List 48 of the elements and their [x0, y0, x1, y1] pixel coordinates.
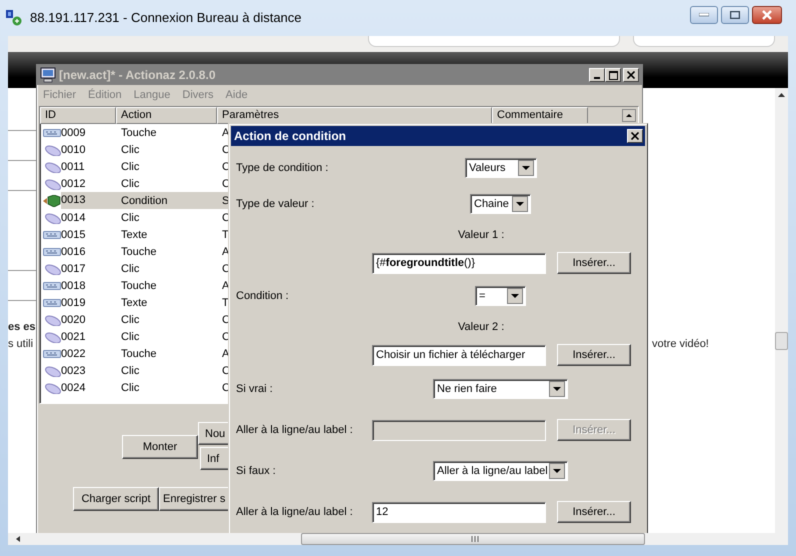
field-label: Condition :: [236, 290, 290, 302]
table-cell: 0010: [61, 144, 86, 156]
table-cell: 0022: [61, 348, 86, 360]
field-label: Aller à la ligne/au label :: [236, 424, 354, 436]
field-label: Valeur 2 :: [458, 321, 504, 333]
page-text: s utili: [8, 338, 34, 350]
table-cell: 0017: [61, 262, 86, 274]
table-cell: Touche: [121, 126, 156, 138]
page-text: es es: [8, 321, 36, 333]
window-title: [new.act]* - Actionaz 2.0.8.0: [59, 68, 216, 82]
table-cell: Clic: [121, 364, 140, 376]
table-cell: 0024: [61, 382, 86, 394]
table-cell: Clic: [121, 160, 140, 172]
table-cell: Clic: [121, 212, 140, 224]
table-cell: Touche: [121, 280, 156, 292]
table-cell: Condition: [121, 194, 168, 206]
table-cell: 0012: [61, 178, 86, 190]
table-cell: Clic: [121, 144, 140, 156]
table-cell: Touche: [121, 348, 156, 360]
table-cell: 0016: [61, 246, 86, 258]
table-cell: 0023: [61, 364, 86, 376]
field-label: Si vrai :: [236, 383, 274, 395]
table-cell: Clic: [121, 330, 140, 342]
page-text: votre vidéo!: [652, 338, 709, 350]
table-cell: 0015: [61, 228, 86, 240]
table-cell: Clic: [121, 262, 140, 274]
table-cell: 0014: [61, 212, 86, 224]
table-cell: 0011: [61, 160, 85, 172]
dialog-title: Action de condition: [234, 129, 346, 143]
table-cell: 0009: [61, 126, 86, 138]
field-label: Valeur 1 :: [458, 229, 504, 241]
table-cell: 0013: [61, 192, 116, 209]
table-cell: Touche: [121, 246, 156, 258]
table-cell: Clic: [121, 178, 140, 190]
field-label: Type de valeur :: [236, 198, 316, 210]
table-cell: Texte: [121, 228, 148, 240]
table-cell: T: [222, 228, 229, 240]
table-cell: Clic: [121, 382, 140, 394]
table-cell: Texte: [121, 296, 148, 308]
table-cell: 0021: [61, 330, 86, 342]
table-cell: Clic: [121, 314, 140, 326]
field-label: Type de condition :: [236, 162, 330, 174]
table-cell: 0020: [61, 314, 86, 326]
table-cell: 0018: [61, 280, 86, 292]
field-label: Si faux :: [236, 465, 277, 477]
table-cell: 0019: [61, 296, 86, 308]
window-title: 88.191.117.231 - Connexion Bureau à distance: [30, 10, 302, 24]
table-cell: T: [222, 296, 229, 308]
